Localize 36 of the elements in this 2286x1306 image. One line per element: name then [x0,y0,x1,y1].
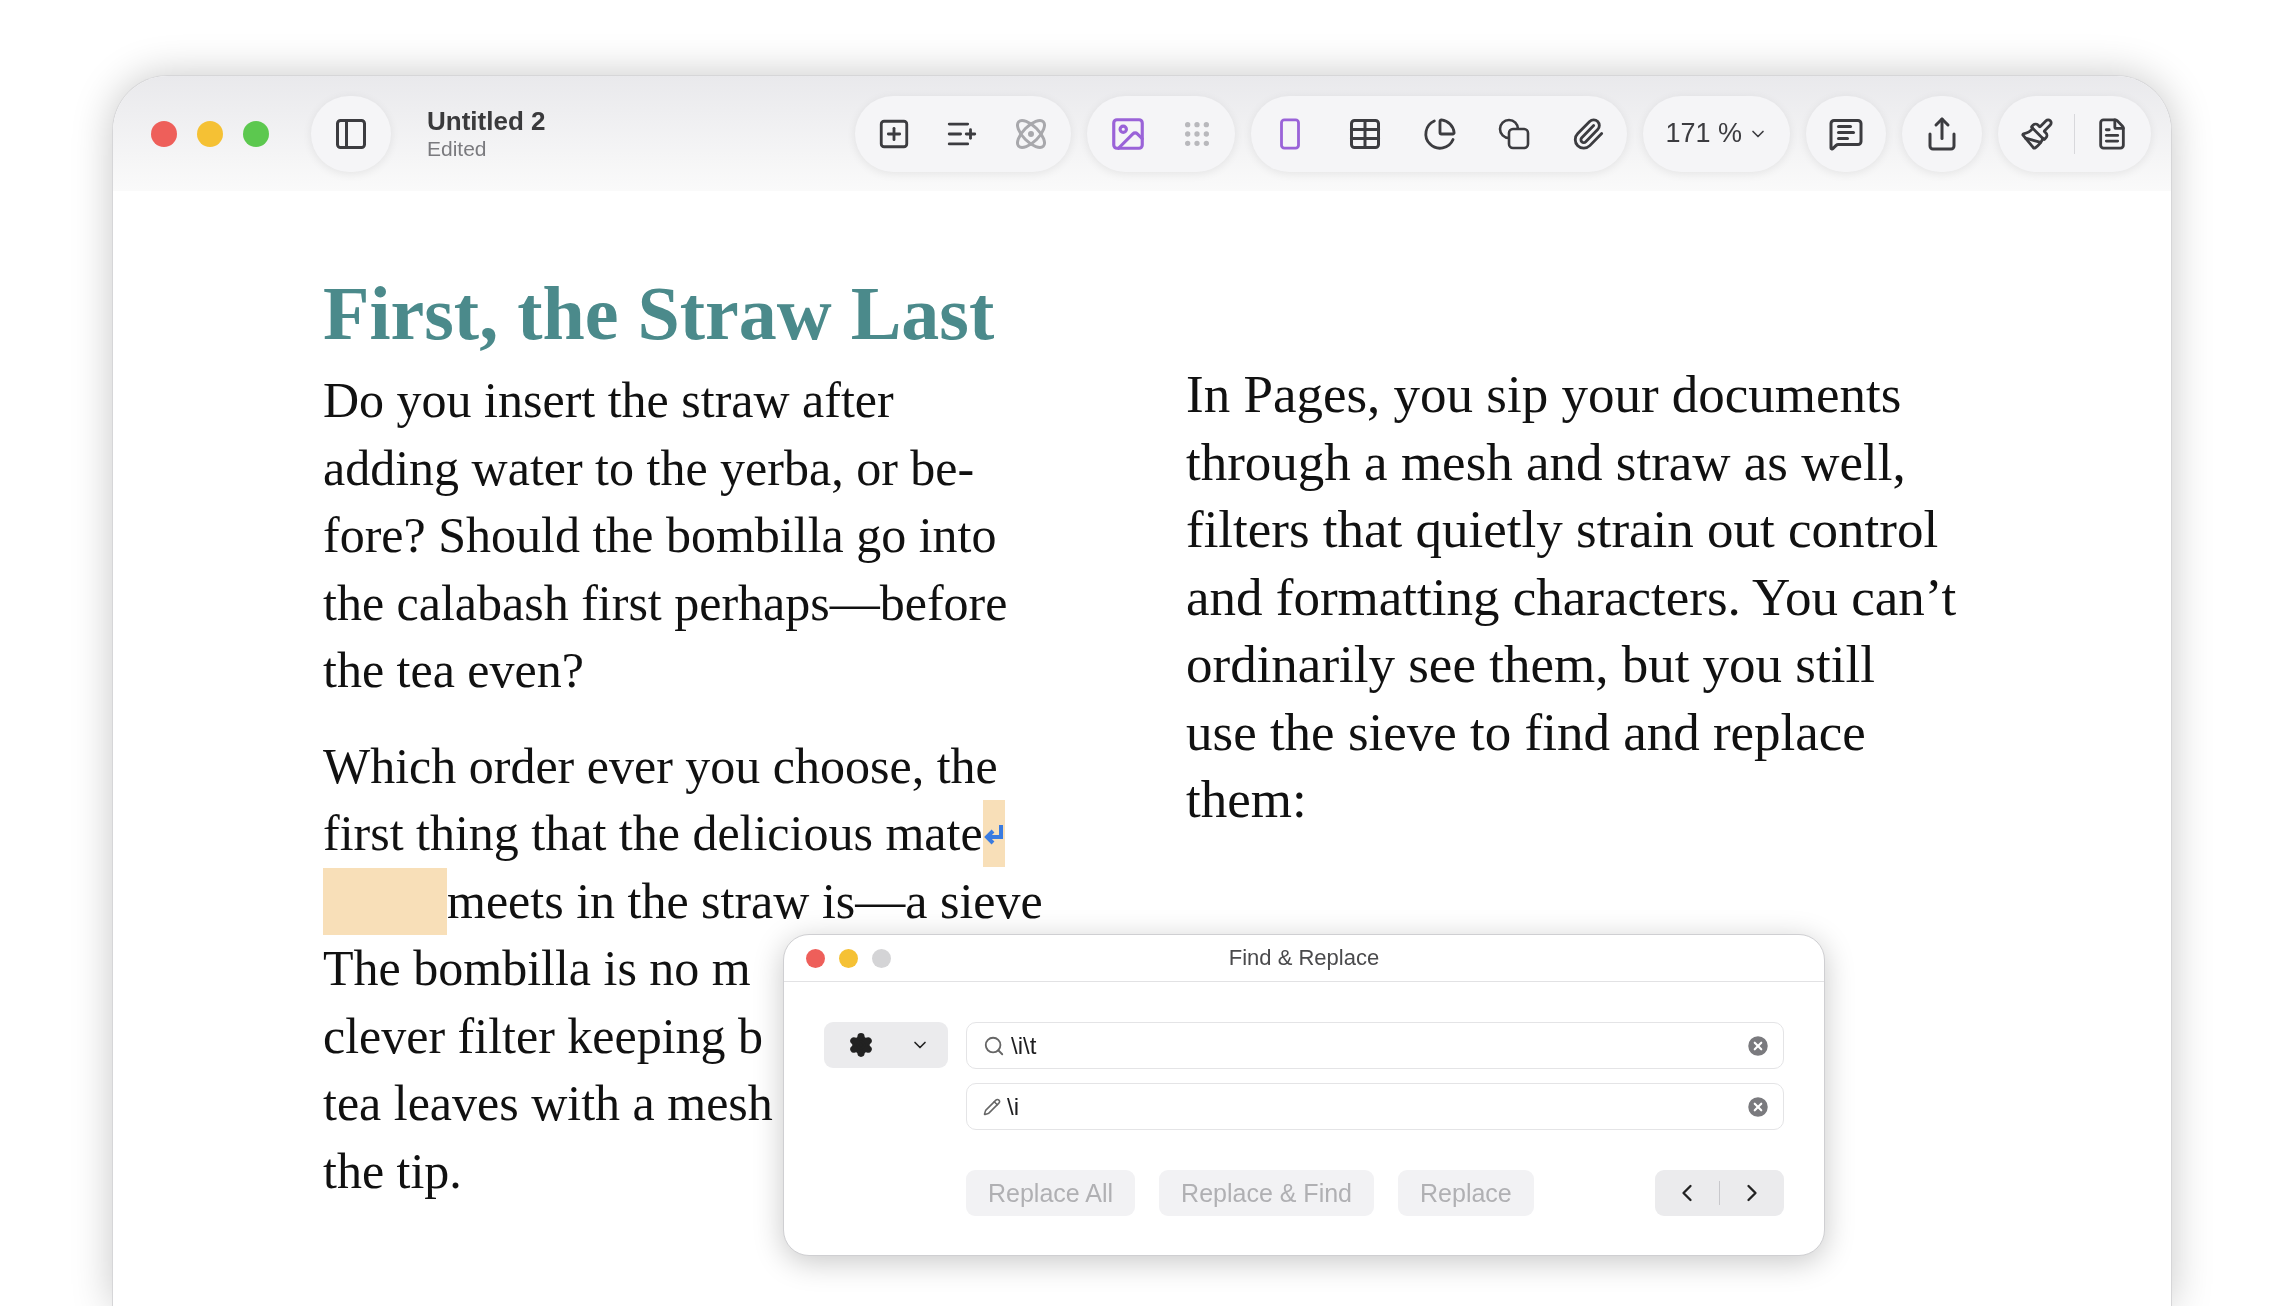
body-text: The bombilla is no m [323,939,751,998]
body-text: adding water to the yerba, or be- [323,438,975,498]
options-menu[interactable] [824,1022,948,1068]
body-text: Which order ever you choose, the [323,736,998,796]
body-text: Do you insert the straw after [323,371,894,430]
chart-icon[interactable] [1423,116,1458,151]
zoom-menu[interactable]: 171 % [1643,95,1790,172]
close-button[interactable] [806,948,825,968]
page-heading: First, the Straw Last [323,271,995,355]
body-text: ordinarily see them, but you still [1186,634,1875,695]
body-text: the tip. [323,1141,462,1201]
return-mark-icon [982,800,1005,868]
body-text: tea leaves with a mesh [323,1074,773,1133]
body-text: clever filter keeping b [323,1006,764,1066]
body-text: through a mesh and straw as well, [1186,431,1906,493]
close-button[interactable] [151,120,177,147]
search-icon [983,1034,1005,1057]
replace-field[interactable]: \i [966,1083,1784,1130]
body-text: fore? Should the bombilla go into [323,506,997,565]
body-text: In Pages, you sip your documents [1186,364,1902,425]
paperclip-icon[interactable] [1571,116,1606,151]
body-text: and formatting characters. You can’t [1186,566,1957,628]
body-text: meets in the straw is—a sieve [447,871,1043,931]
body-text: use the sieve to find and replace [1186,701,1866,763]
paintbrush-icon[interactable] [2020,116,2054,151]
find-field[interactable]: \i\t [966,1022,1784,1069]
shapes-icon [1497,116,1532,151]
document-title: Untitled 2 [427,106,546,137]
body-text: the calabash first perhaps—before [323,573,1008,633]
document-status: Edited [427,137,488,161]
pencil-icon [983,1097,1001,1116]
body-text: first thing that the delicious mate [323,804,983,863]
body-text: the tea even? [323,641,584,700]
body-text: filters that quietly strain out control [1186,499,1939,560]
body-text: them: [1186,769,1307,830]
dialog-title: Find & Replace [1228,945,1380,971]
